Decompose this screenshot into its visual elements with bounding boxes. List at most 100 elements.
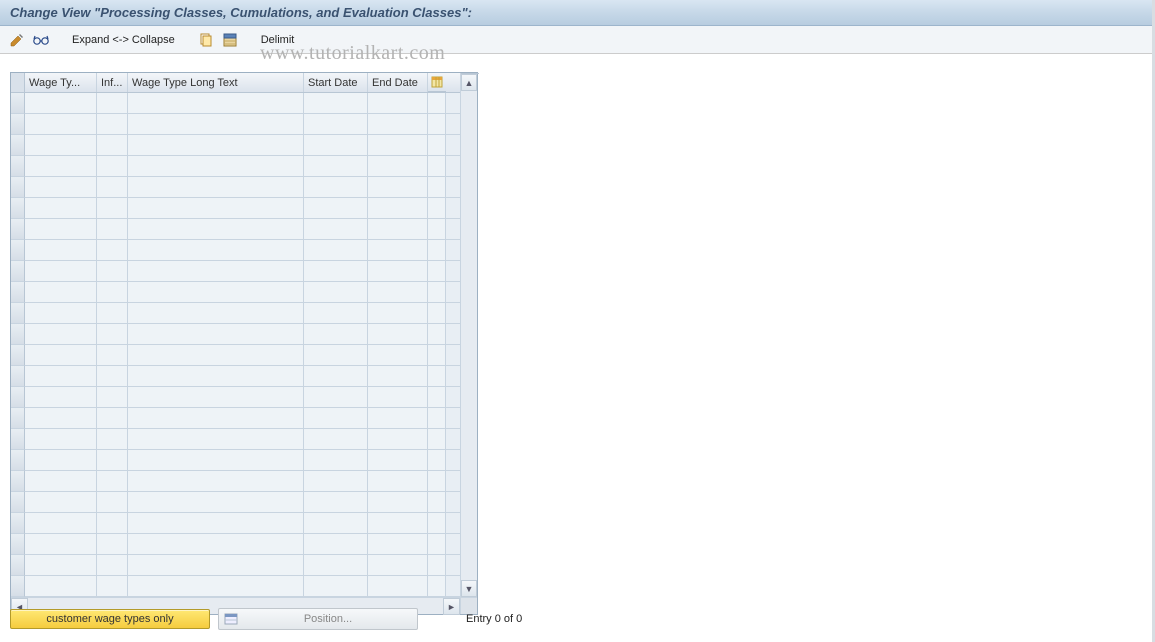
table-cell[interactable]: [304, 429, 368, 449]
table-cell[interactable]: [368, 324, 428, 344]
row-selector[interactable]: [11, 156, 25, 177]
table-cell[interactable]: [25, 387, 97, 407]
table-cell[interactable]: [304, 303, 368, 323]
table-cell[interactable]: [128, 387, 304, 407]
row-selector[interactable]: [11, 282, 25, 303]
table-cell[interactable]: [25, 576, 97, 596]
table-cell[interactable]: [304, 513, 368, 533]
table-cell[interactable]: [25, 534, 97, 554]
table-cell[interactable]: [128, 324, 304, 344]
table-cell[interactable]: [304, 471, 368, 491]
table-cell[interactable]: [368, 534, 428, 554]
table-cell[interactable]: [25, 198, 97, 218]
table-cell[interactable]: [368, 471, 428, 491]
col-header-start-date[interactable]: Start Date: [304, 73, 368, 92]
table-cell[interactable]: [97, 282, 128, 302]
col-header-inf[interactable]: Inf...: [97, 73, 128, 92]
row-selector[interactable]: [11, 324, 25, 345]
table-cell[interactable]: [304, 93, 368, 113]
table-cell[interactable]: [304, 345, 368, 365]
table-cell[interactable]: [25, 303, 97, 323]
table-cell[interactable]: [128, 513, 304, 533]
table-cell[interactable]: [97, 303, 128, 323]
table-cell[interactable]: [368, 240, 428, 260]
table-cell[interactable]: [25, 555, 97, 575]
table-cell[interactable]: [128, 282, 304, 302]
table-cell[interactable]: [97, 198, 128, 218]
table-cell[interactable]: [128, 366, 304, 386]
copy-icon[interactable]: [197, 31, 215, 49]
table-cell[interactable]: [97, 534, 128, 554]
scroll-down-icon[interactable]: ▼: [461, 580, 477, 597]
table-cell[interactable]: [128, 177, 304, 197]
row-selector[interactable]: [11, 429, 25, 450]
table-cell[interactable]: [25, 114, 97, 134]
table-cell[interactable]: [25, 366, 97, 386]
table-corner[interactable]: [11, 73, 25, 93]
table-cell[interactable]: [128, 240, 304, 260]
table-cell[interactable]: [304, 492, 368, 512]
table-cell[interactable]: [368, 261, 428, 281]
table-cell[interactable]: [25, 450, 97, 470]
row-selector[interactable]: [11, 366, 25, 387]
table-cell[interactable]: [97, 324, 128, 344]
table-cell[interactable]: [128, 534, 304, 554]
table-cell[interactable]: [25, 93, 97, 113]
row-selector[interactable]: [11, 177, 25, 198]
col-header-long-text[interactable]: Wage Type Long Text: [128, 73, 304, 92]
table-cell[interactable]: [97, 177, 128, 197]
table-cell[interactable]: [97, 240, 128, 260]
row-selector[interactable]: [11, 219, 25, 240]
table-cell[interactable]: [368, 429, 428, 449]
table-cell[interactable]: [368, 450, 428, 470]
table-cell[interactable]: [25, 471, 97, 491]
table-cell[interactable]: [304, 408, 368, 428]
glasses-icon[interactable]: [32, 31, 50, 49]
table-cell[interactable]: [25, 135, 97, 155]
row-selector[interactable]: [11, 555, 25, 576]
table-cell[interactable]: [368, 219, 428, 239]
table-cell[interactable]: [304, 282, 368, 302]
table-cell[interactable]: [128, 471, 304, 491]
table-cell[interactable]: [97, 471, 128, 491]
table-cell[interactable]: [368, 303, 428, 323]
table-cell[interactable]: [128, 492, 304, 512]
select-all-icon[interactable]: [221, 31, 239, 49]
table-cell[interactable]: [128, 114, 304, 134]
table-cell[interactable]: [304, 555, 368, 575]
vertical-scrollbar[interactable]: ▲ ▼: [460, 73, 477, 597]
table-cell[interactable]: [368, 198, 428, 218]
table-cell[interactable]: [97, 492, 128, 512]
table-cell[interactable]: [304, 219, 368, 239]
table-cell[interactable]: [97, 513, 128, 533]
table-cell[interactable]: [304, 240, 368, 260]
row-selector[interactable]: [11, 93, 25, 114]
table-cell[interactable]: [304, 198, 368, 218]
table-cell[interactable]: [25, 324, 97, 344]
table-cell[interactable]: [304, 156, 368, 176]
table-cell[interactable]: [304, 135, 368, 155]
table-cell[interactable]: [97, 450, 128, 470]
table-cell[interactable]: [25, 240, 97, 260]
table-cell[interactable]: [368, 282, 428, 302]
row-selector[interactable]: [11, 471, 25, 492]
row-selector[interactable]: [11, 303, 25, 324]
scroll-up-icon[interactable]: ▲: [461, 74, 477, 91]
row-selector[interactable]: [11, 387, 25, 408]
pencil-icon[interactable]: [8, 31, 26, 49]
customer-wage-types-button[interactable]: customer wage types only: [10, 609, 210, 629]
table-cell[interactable]: [97, 345, 128, 365]
table-cell[interactable]: [97, 219, 128, 239]
table-cell[interactable]: [128, 303, 304, 323]
position-button[interactable]: Position...: [218, 608, 418, 630]
table-cell[interactable]: [128, 345, 304, 365]
table-cell[interactable]: [128, 93, 304, 113]
table-cell[interactable]: [25, 345, 97, 365]
table-cell[interactable]: [304, 387, 368, 407]
table-cell[interactable]: [368, 408, 428, 428]
table-cell[interactable]: [97, 156, 128, 176]
table-cell[interactable]: [304, 114, 368, 134]
table-cell[interactable]: [368, 177, 428, 197]
table-cell[interactable]: [128, 261, 304, 281]
table-cell[interactable]: [304, 450, 368, 470]
